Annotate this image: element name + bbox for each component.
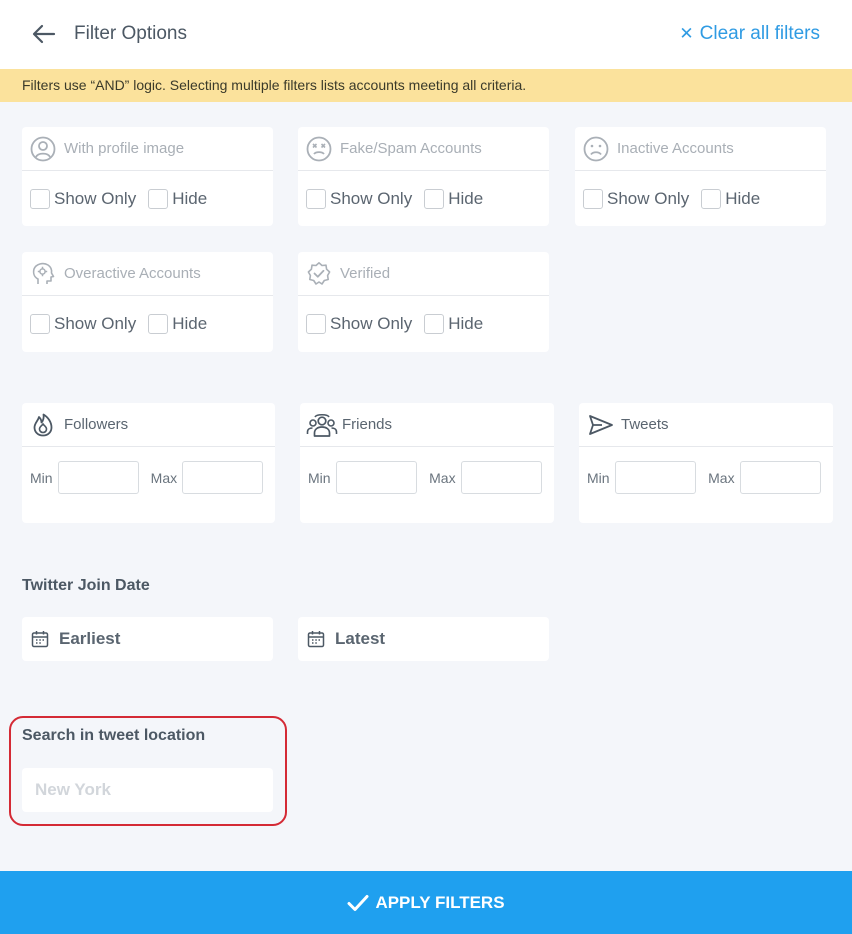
followers-max-input[interactable] (182, 461, 263, 494)
join-date-title: Twitter Join Date (22, 577, 150, 595)
friends-max-input[interactable] (461, 461, 542, 494)
close-icon: ✕ (679, 24, 693, 43)
checkbox-box[interactable] (30, 189, 50, 209)
hide-label: Hide (448, 314, 483, 334)
show-only-checkbox[interactable]: Show Only (30, 189, 136, 209)
max-label: Max (151, 470, 182, 486)
hide-label: Hide (725, 189, 760, 209)
tweet-location-input[interactable] (22, 768, 273, 812)
location-search-title: Search in tweet location (22, 727, 205, 745)
filter-label: Overactive Accounts (64, 265, 201, 282)
range-card-header: Followers (22, 403, 275, 447)
range-label: Tweets (621, 416, 669, 433)
filter-card-fake-spam: Fake/Spam Accounts Show Only Hide (298, 127, 549, 226)
hide-checkbox[interactable]: Hide (424, 314, 483, 334)
hide-checkbox[interactable]: Hide (424, 189, 483, 209)
show-only-label: Show Only (607, 189, 689, 209)
filter-label: Fake/Spam Accounts (340, 140, 482, 157)
show-only-checkbox[interactable]: Show Only (306, 314, 412, 334)
dizzy-face-icon (306, 136, 332, 162)
header: Filter Options ✕ Clear all filters (0, 0, 852, 69)
checkbox-box[interactable] (424, 314, 444, 334)
info-banner: Filters use “AND” logic. Selecting multi… (0, 69, 852, 102)
tweets-max-input[interactable] (740, 461, 821, 494)
filter-card-inactive: Inactive Accounts Show Only Hide (575, 127, 826, 226)
checkbox-box[interactable] (306, 189, 326, 209)
back-arrow-icon[interactable] (30, 22, 58, 46)
range-label: Friends (342, 416, 392, 433)
hide-checkbox[interactable]: Hide (148, 314, 207, 334)
hide-label: Hide (172, 314, 207, 334)
filter-card-verified: Verified Show Only Hide (298, 252, 549, 352)
head-gear-icon (30, 261, 56, 287)
range-card-friends: Friends Min Max (300, 403, 554, 523)
calendar-icon (307, 630, 325, 648)
calendar-icon (31, 630, 49, 648)
filter-card-header: Verified (298, 252, 549, 296)
range-card-followers: Followers Min Max (22, 403, 275, 523)
earliest-date-picker[interactable]: Earliest (22, 617, 273, 661)
hide-checkbox[interactable]: Hide (701, 189, 760, 209)
show-only-checkbox[interactable]: Show Only (30, 314, 136, 334)
earliest-label: Earliest (59, 629, 120, 649)
checkbox-box[interactable] (701, 189, 721, 209)
latest-date-picker[interactable]: Latest (298, 617, 549, 661)
checkbox-box[interactable] (583, 189, 603, 209)
checkbox-box[interactable] (306, 314, 326, 334)
max-label: Max (429, 470, 461, 486)
checkbox-box[interactable] (30, 314, 50, 334)
clear-all-filters-label: Clear all filters (700, 23, 820, 44)
followers-min-input[interactable] (58, 461, 139, 494)
max-label: Max (708, 470, 740, 486)
check-icon (347, 894, 369, 912)
latest-label: Latest (335, 629, 385, 649)
min-label: Min (30, 470, 58, 486)
apply-filters-label: APPLY FILTERS (375, 893, 504, 913)
filter-card-header: Inactive Accounts (575, 127, 826, 171)
min-label: Min (308, 470, 336, 486)
hide-label: Hide (448, 189, 483, 209)
clear-all-filters-button[interactable]: ✕ Clear all filters (679, 23, 820, 45)
min-label: Min (587, 470, 615, 486)
verified-badge-icon (306, 261, 332, 287)
show-only-label: Show Only (54, 314, 136, 334)
show-only-label: Show Only (54, 189, 136, 209)
checkbox-box[interactable] (148, 189, 168, 209)
hide-label: Hide (172, 189, 207, 209)
send-icon (587, 412, 615, 438)
range-card-tweets: Tweets Min Max (579, 403, 833, 523)
range-card-header: Tweets (579, 403, 833, 447)
range-card-header: Friends (300, 403, 554, 447)
sad-face-icon (583, 136, 609, 162)
show-only-checkbox[interactable]: Show Only (306, 189, 412, 209)
filter-label: Inactive Accounts (617, 140, 734, 157)
show-only-label: Show Only (330, 189, 412, 209)
filter-label: Verified (340, 265, 390, 282)
friends-min-input[interactable] (336, 461, 417, 494)
page-title: Filter Options (74, 23, 187, 45)
hide-checkbox[interactable]: Hide (148, 189, 207, 209)
filter-label: With profile image (64, 140, 184, 157)
filter-card-header: With profile image (22, 127, 273, 171)
apply-filters-button[interactable]: APPLY FILTERS (0, 871, 852, 934)
group-icon (306, 412, 338, 438)
filter-card-header: Fake/Spam Accounts (298, 127, 549, 171)
show-only-label: Show Only (330, 314, 412, 334)
filter-card-overactive: Overactive Accounts Show Only Hide (22, 252, 273, 352)
checkbox-box[interactable] (424, 189, 444, 209)
filter-card-profile-image: With profile image Show Only Hide (22, 127, 273, 226)
profile-icon (30, 136, 56, 162)
tweets-min-input[interactable] (615, 461, 696, 494)
checkbox-box[interactable] (148, 314, 168, 334)
show-only-checkbox[interactable]: Show Only (583, 189, 689, 209)
flame-icon (30, 412, 56, 438)
filter-card-header: Overactive Accounts (22, 252, 273, 296)
range-label: Followers (64, 416, 128, 433)
